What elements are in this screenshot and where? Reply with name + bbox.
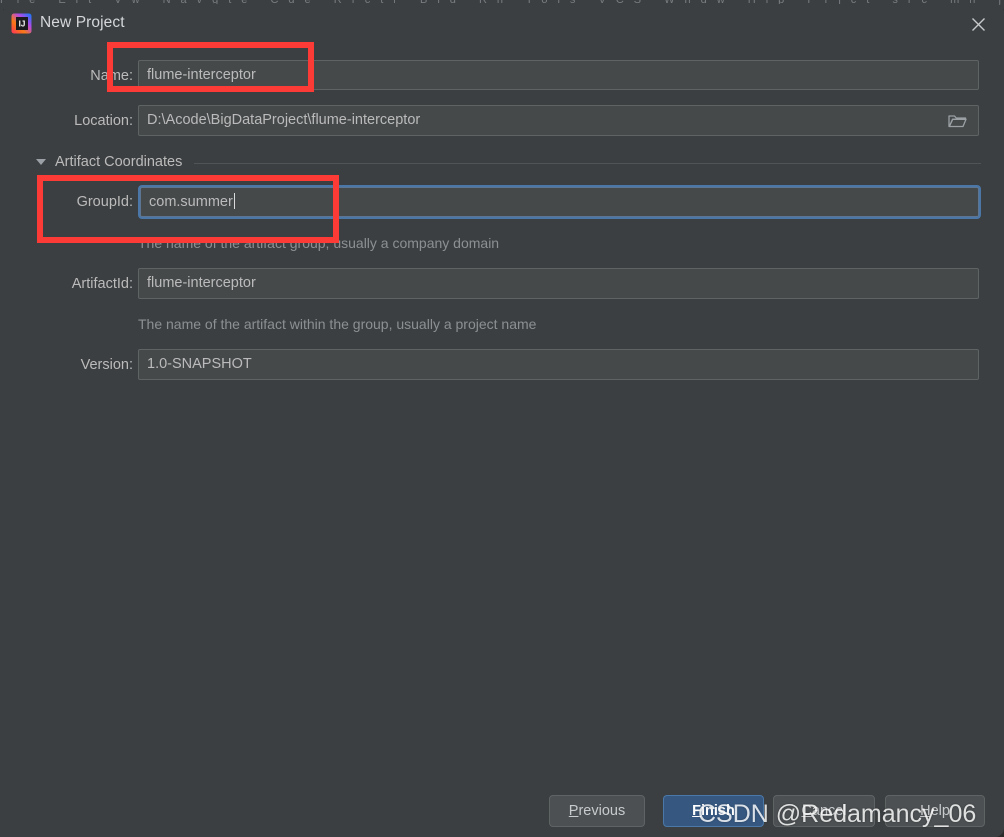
csdn-watermark: CSDN @Redamancy_06 [698, 800, 977, 828]
previous-button-label: revious [578, 803, 626, 819]
artifactid-input[interactable]: flume-interceptor [138, 268, 979, 299]
section-divider [194, 162, 981, 164]
location-label: Location: [74, 113, 133, 129]
previous-button-mnemonic: P [568, 803, 579, 819]
groupid-hint: The name of the artifact group, usually … [138, 235, 500, 251]
dialog-titlebar: IJ New Project [3, 4, 1004, 42]
artifactid-label: ArtifactId: [71, 276, 133, 292]
artifact-coordinates-label: Artifact Coordinates [55, 154, 183, 170]
close-icon[interactable] [964, 10, 992, 38]
location-input[interactable]: D:\Acode\BigDataProject\flume-intercepto… [138, 105, 979, 136]
triangle-down-icon [36, 159, 46, 165]
groupid-label: GroupId: [76, 194, 133, 210]
version-input[interactable]: 1.0-SNAPSHOT [138, 349, 979, 380]
groupid-input[interactable]: com.summer [140, 187, 979, 217]
text-caret [233, 193, 235, 209]
previous-button[interactable]: Previous [549, 795, 645, 827]
folder-browse-icon[interactable] [947, 111, 967, 131]
artifact-coordinates-section-header[interactable]: Artifact Coordinates [36, 152, 981, 172]
new-project-dialog: IJ New Project Name: flume-interceptor L… [3, 4, 1004, 837]
svg-text:IJ: IJ [19, 20, 26, 29]
name-label: Name: [90, 68, 133, 84]
groupid-input-value: com.summer [149, 194, 233, 210]
intellij-idea-icon: IJ [11, 13, 32, 34]
version-label: Version: [80, 357, 133, 373]
name-input[interactable]: flume-interceptor [138, 60, 979, 90]
dialog-title: New Project [40, 14, 125, 31]
artifactid-hint: The name of the artifact within the grou… [138, 316, 537, 332]
